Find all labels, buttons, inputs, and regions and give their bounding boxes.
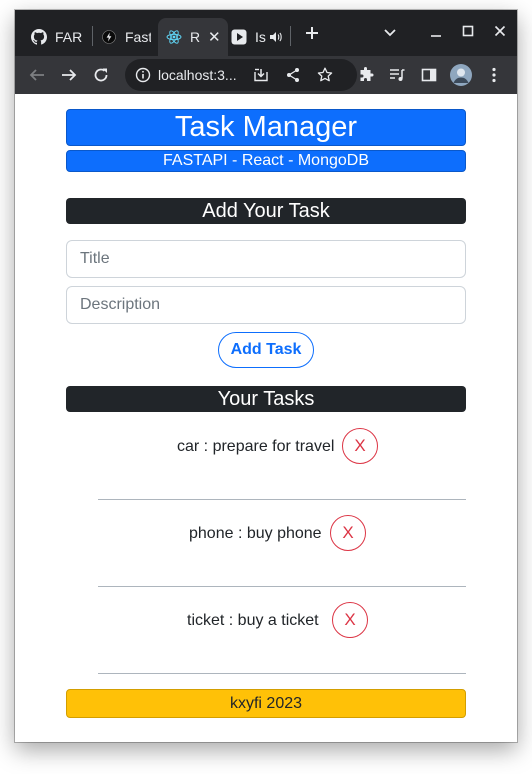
info-icon[interactable] — [135, 67, 151, 83]
tab-fastapi[interactable]: Fast — [95, 18, 151, 56]
task-item: ticket : buy a ticket X — [98, 586, 466, 674]
tab-strip: FAR Fast R ✕ Is — [15, 10, 517, 56]
delete-task-button[interactable]: X — [330, 515, 366, 551]
close-tab-icon[interactable]: ✕ — [208, 28, 221, 46]
description-field[interactable] — [66, 286, 466, 324]
task-text: car : prepare for travel — [177, 438, 335, 455]
tab-github[interactable]: FAR — [23, 18, 97, 56]
side-panel-icon[interactable] — [415, 61, 443, 89]
delete-task-button[interactable]: X — [332, 602, 368, 638]
address-text: localhost:3... — [158, 67, 237, 83]
task-text: ticket : buy a ticket — [187, 612, 319, 629]
browser-window: FAR Fast R ✕ Is localhost:3... Task Mana… — [15, 10, 517, 742]
footer: kxyfi 2023 — [66, 689, 466, 718]
react-icon — [166, 29, 182, 45]
tab-react-app[interactable]: R ✕ — [158, 18, 228, 56]
media-controls-icon[interactable] — [383, 61, 411, 89]
tab-audio[interactable]: Is — [227, 18, 291, 56]
title-field[interactable] — [66, 240, 466, 278]
share-icon[interactable] — [285, 67, 301, 83]
forward-icon[interactable] — [55, 61, 83, 89]
tab-separator — [290, 26, 291, 46]
description-input[interactable] — [80, 287, 450, 323]
add-task-heading: Add Your Task — [66, 198, 466, 224]
bookmark-star-icon[interactable] — [317, 67, 333, 83]
profile-avatar[interactable] — [447, 61, 475, 89]
browser-toolbar: localhost:3... — [15, 56, 517, 94]
add-task-button[interactable]: Add Task — [218, 332, 314, 368]
task-item: phone : buy phone X — [98, 499, 466, 587]
tab-label: FAR — [55, 29, 83, 45]
page-title: Task Manager — [66, 109, 466, 146]
page-subtitle: FASTAPI - React - MongoDB — [66, 150, 466, 172]
task-item: car : prepare for travel X — [98, 412, 466, 500]
your-tasks-heading: Your Tasks — [66, 386, 466, 412]
new-tab-button[interactable] — [299, 20, 325, 46]
tab-label: Fast — [125, 29, 151, 45]
task-text: phone : buy phone — [189, 525, 322, 542]
address-bar[interactable]: localhost:3... — [125, 59, 357, 91]
page-content: Task Manager FASTAPI - React - MongoDB A… — [15, 94, 517, 742]
install-icon[interactable] — [253, 67, 269, 83]
close-window-icon[interactable] — [487, 18, 513, 44]
github-icon — [31, 29, 47, 45]
tab-separator — [92, 26, 93, 46]
delete-task-button[interactable]: X — [342, 428, 378, 464]
menu-kebab-icon[interactable] — [480, 61, 508, 89]
minimize-icon[interactable] — [423, 20, 449, 46]
reload-icon[interactable] — [87, 61, 115, 89]
play-icon — [231, 29, 247, 45]
maximize-icon[interactable] — [455, 18, 481, 44]
title-input[interactable] — [80, 241, 450, 277]
speaker-icon[interactable] — [269, 30, 283, 44]
extensions-icon[interactable] — [352, 61, 380, 89]
back-icon[interactable] — [23, 61, 51, 89]
fastapi-icon — [101, 29, 117, 45]
chevron-down-icon[interactable] — [377, 20, 403, 46]
tab-label: R — [190, 29, 200, 45]
tab-label: Is — [255, 29, 266, 45]
